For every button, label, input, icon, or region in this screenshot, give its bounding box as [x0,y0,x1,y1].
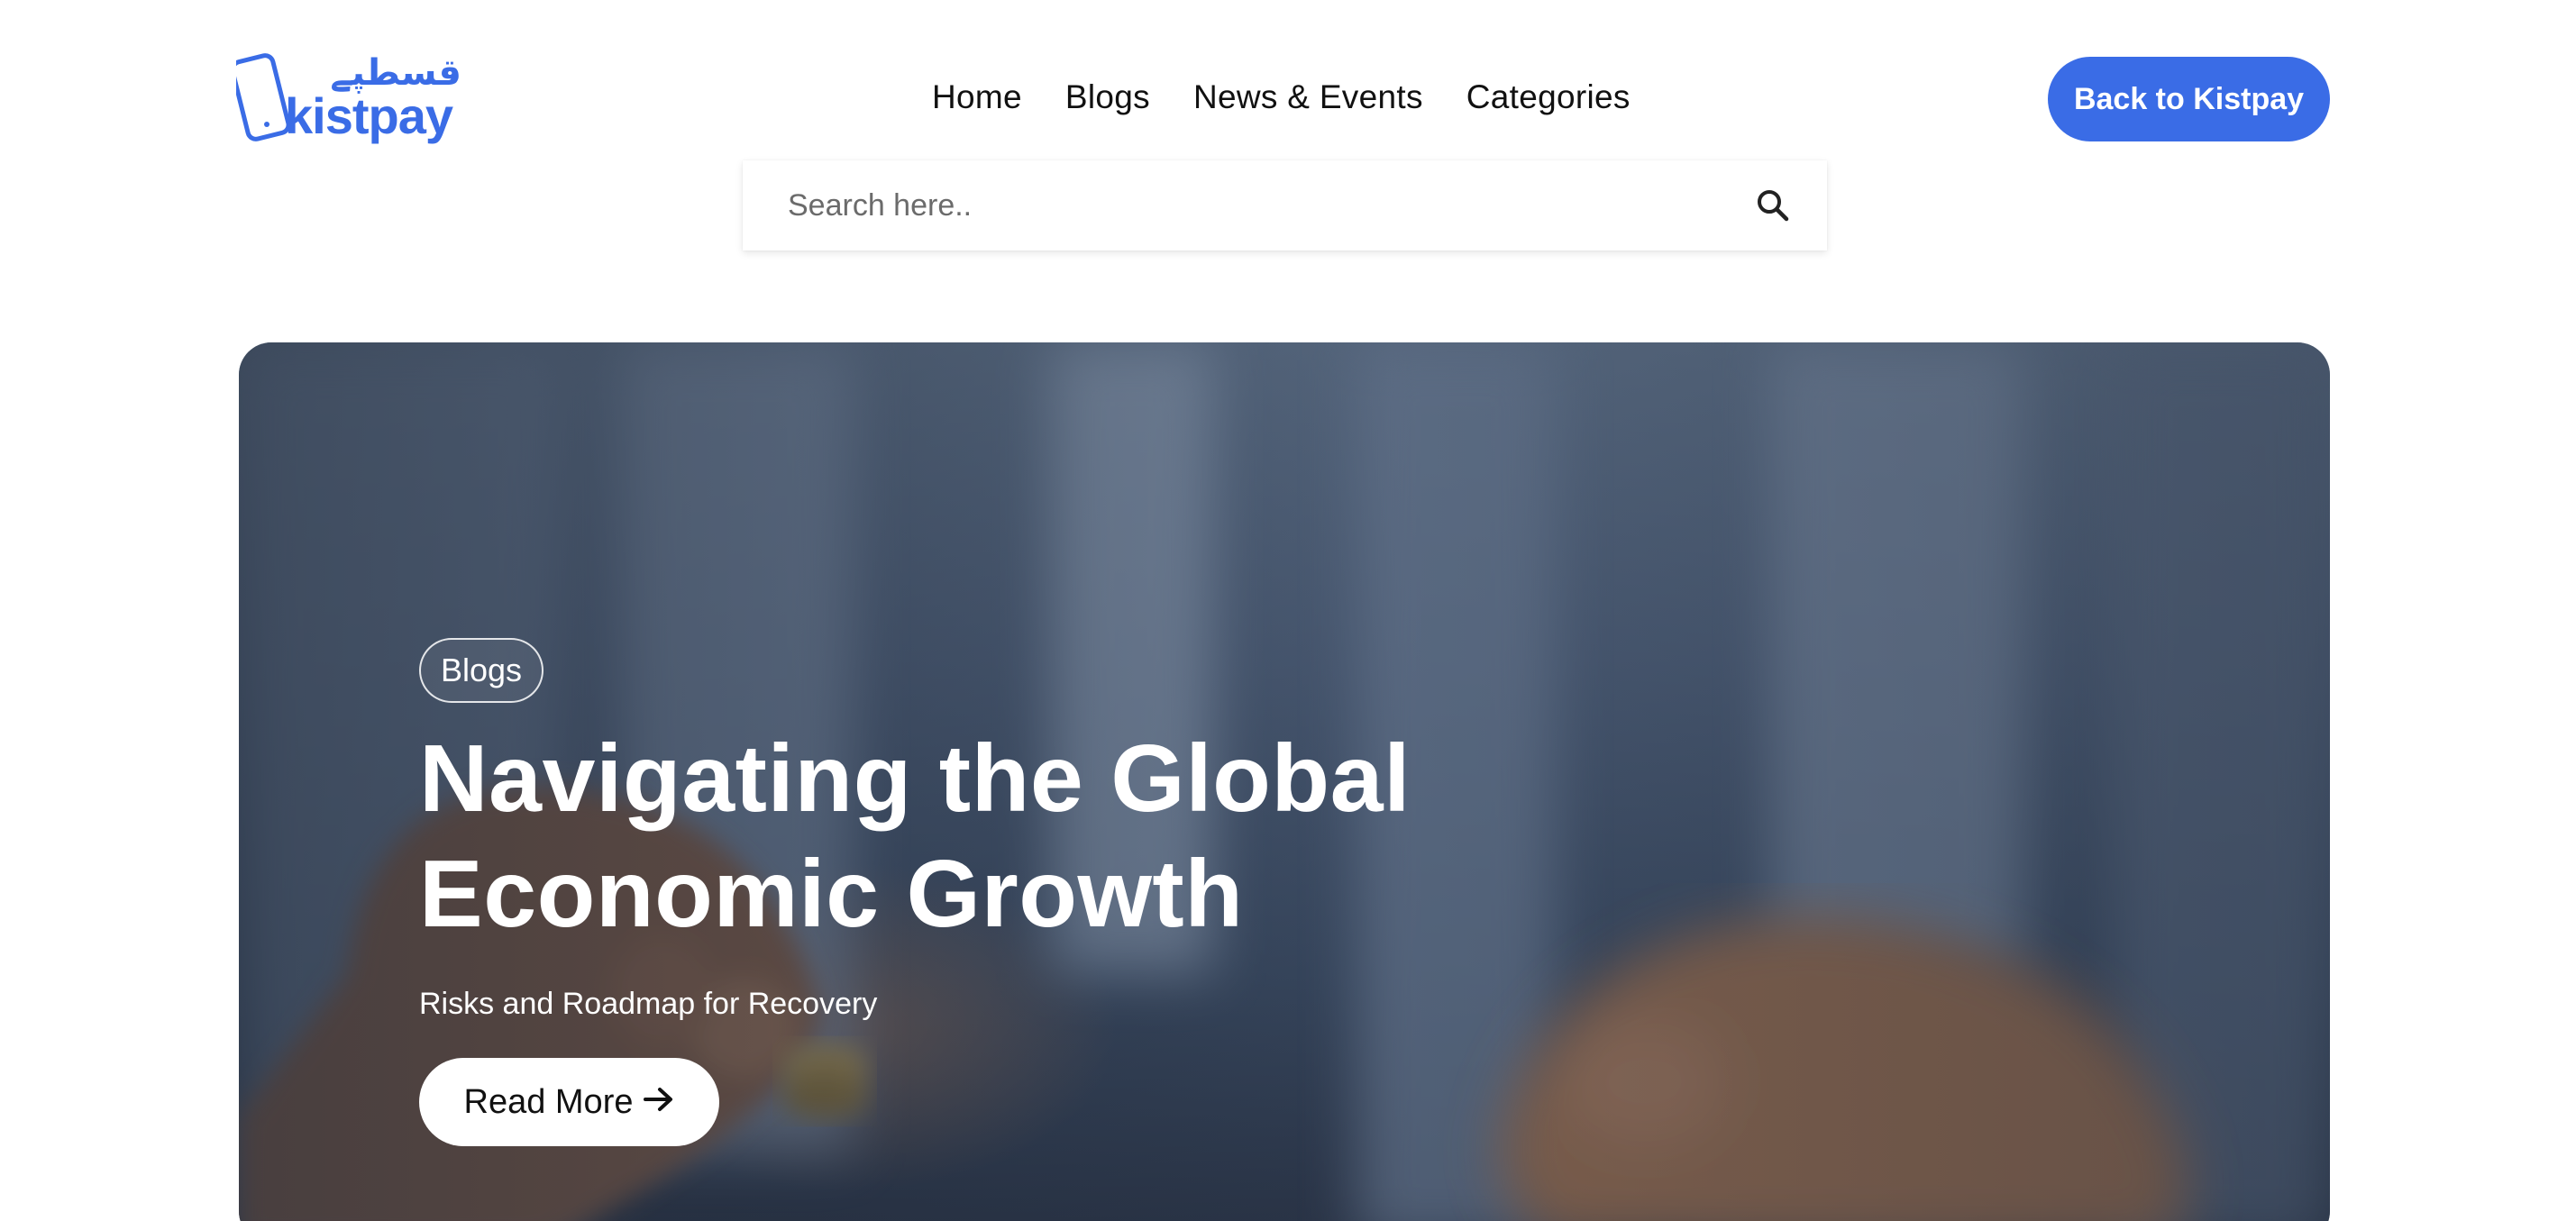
hero-title-line-2: Economic Growth [419,841,1244,947]
search-input[interactable] [743,160,1719,251]
hero-title: Navigating the Global Economic Growth [419,721,1501,952]
category-badge[interactable]: Blogs [419,638,544,703]
logo-latin-text: kistpay [285,87,453,144]
nav-item-news-events[interactable]: News & Events [1193,78,1423,116]
nav-item-blogs[interactable]: Blogs [1065,78,1150,116]
kistpay-logo[interactable]: قسطپے kistpay [236,49,467,148]
nav-item-home[interactable]: Home [932,78,1022,116]
search-icon[interactable] [1719,160,1827,251]
nav-item-categories[interactable]: Categories [1466,78,1631,116]
hero-banner: Blogs Navigating the Global Economic Gro… [239,342,2330,1221]
back-to-kistpay-button[interactable]: Back to Kistpay [2048,57,2330,141]
page: قسطپے kistpay Home Blogs News & Events C… [0,0,2576,1221]
read-more-label: Read More [463,1082,634,1121]
read-more-button[interactable]: Read More [419,1058,719,1146]
hero-subtitle: Risks and Roadmap for Recovery [419,987,878,1021]
hero-title-line-1: Navigating the Global [419,725,1411,832]
search-bar [743,160,1827,251]
main-nav: Home Blogs News & Events Categories [932,72,1631,123]
arrow-right-icon [644,1083,674,1122]
